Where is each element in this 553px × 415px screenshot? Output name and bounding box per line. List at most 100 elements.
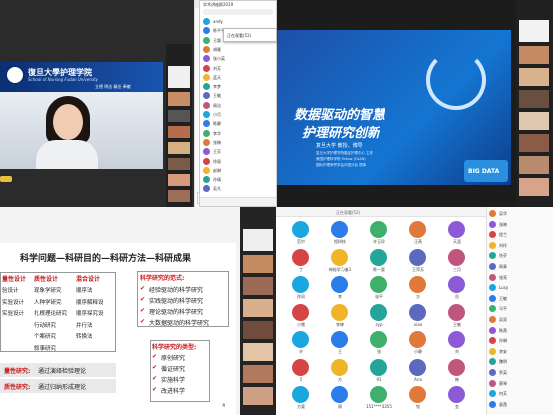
participant-name: 徐凤 <box>297 294 305 299</box>
participant-cell[interactable]: 李 <box>323 276 357 302</box>
member-name: 王敏 <box>213 93 221 99</box>
avatar <box>370 303 387 321</box>
member-item[interactable]: 蔡琴 <box>488 379 548 389</box>
chat-search[interactable] <box>203 9 273 15</box>
member-item[interactable]: 周青 <box>488 262 548 272</box>
quant-label: 量性研究: <box>4 368 31 375</box>
participant-cell[interactable]: 151****3355 <box>362 386 396 412</box>
member-item[interactable]: andy <box>202 17 274 26</box>
participant-cell[interactable]: zyp <box>362 303 396 330</box>
avatar <box>292 276 309 293</box>
member-list: andy 陈平平 王颖 胡雁 张小英 刘芳 蓝天 李梦 王敏 周洁 小月 陈静 李华 张楠 王芳 徐丽 赵琳 孙倩… <box>200 17 276 197</box>
member-item[interactable]: 胡雁 <box>202 45 274 54</box>
participant-cell[interactable]: 小静 <box>401 331 435 357</box>
participant-cell[interactable]: 王敏 <box>440 303 474 330</box>
member-item[interactable]: 小月 <box>202 110 274 119</box>
member-name: 蔡琴 <box>499 380 507 386</box>
participant-cell[interactable]: 周 <box>323 386 357 412</box>
member-item[interactable]: 何芳 <box>488 389 548 399</box>
avatar <box>448 331 465 348</box>
member-item[interactable]: 程兰 <box>488 230 548 240</box>
participant-cell[interactable]: 范尔 <box>284 221 318 247</box>
member-item[interactable]: 徐丽 <box>202 157 274 166</box>
avatar <box>409 358 426 376</box>
participant-cell[interactable]: 岳 <box>440 276 474 302</box>
participant-cell[interactable]: 5 <box>284 358 318 385</box>
cell: 行动研究 <box>34 322 57 329</box>
participant-cell[interactable]: 王萍芳 <box>401 248 435 275</box>
avatar <box>489 231 496 239</box>
participant-cell[interactable]: 程树枝 <box>323 221 357 247</box>
member-item[interactable]: 李华 <box>202 129 274 138</box>
member-item[interactable]: 罗英 <box>488 368 548 378</box>
member-item[interactable]: 李梦 <box>202 82 274 91</box>
member-item[interactable]: 张亮 <box>488 273 548 283</box>
member-item[interactable]: 赵琳 <box>202 166 274 175</box>
participant-cell[interactable]: 金 <box>440 386 474 412</box>
member-item[interactable]: 魏明 <box>488 357 548 367</box>
member-item[interactable]: 王芳 <box>202 147 274 156</box>
participant-cell[interactable]: 陈一夏 <box>362 248 396 275</box>
member-item[interactable]: Lucy <box>488 283 548 293</box>
participant-cell[interactable]: 汪燕 <box>401 221 435 247</box>
participant-cell[interactable]: 小猪 <box>284 303 318 330</box>
member-item[interactable]: 马平 <box>488 304 548 314</box>
avatar <box>370 358 387 376</box>
participant-cell[interactable]: 方斐 <box>284 386 318 412</box>
participant-cell[interactable]: 91 <box>362 358 396 385</box>
participant-cell[interactable]: xiao <box>401 303 435 330</box>
member-item[interactable]: 吴华 <box>488 209 548 219</box>
participant-cell[interactable]: 刘 <box>440 331 474 357</box>
participant-cell[interactable]: 神秘学习者1 <box>323 248 357 275</box>
member-item[interactable]: 王敏 <box>488 294 548 304</box>
member-name: 吴凡 <box>213 186 221 192</box>
member-item[interactable]: 李安 <box>488 347 548 357</box>
participant-name: 方 <box>416 294 420 299</box>
participant-cell[interactable]: 张平 <box>362 276 396 302</box>
member-item[interactable]: 徐芬 <box>488 251 548 261</box>
participant-cell[interactable]: 丁 <box>284 248 318 275</box>
member-item[interactable]: 张晓 <box>488 220 548 230</box>
member-item[interactable]: 刘玲 <box>488 241 548 251</box>
member-item[interactable]: 袁茜 <box>488 400 548 410</box>
member-item[interactable]: 吴凡 <box>202 184 274 193</box>
participant-cell[interactable]: 李婷 <box>323 303 357 330</box>
participant-cell[interactable]: 许 <box>284 331 318 357</box>
member-item[interactable]: 孙倩 <box>202 175 274 184</box>
participant-cell[interactable]: 王 <box>323 331 357 357</box>
participant-cell[interactable]: 徐凤 <box>284 276 318 302</box>
member-name: 小月 <box>213 112 221 117</box>
participant-cell[interactable]: 张 <box>362 331 396 357</box>
member-item[interactable]: 王敏 <box>202 91 274 100</box>
member-item[interactable]: 周洁 <box>202 101 274 110</box>
member-item[interactable]: 吴双 <box>488 315 548 325</box>
participant-name: Aria <box>414 376 422 382</box>
avatar <box>409 276 426 293</box>
avatar <box>489 400 496 408</box>
participant-cell[interactable]: 钱 <box>401 386 435 412</box>
participant-cell[interactable]: 方 <box>323 358 357 385</box>
motto: 立德 明志 精业 奉献 <box>95 84 131 89</box>
participant-cell[interactable]: 三月 <box>440 248 474 275</box>
member-name: 张亮 <box>499 274 507 280</box>
member-item[interactable]: 陈静 <box>202 119 274 128</box>
floating-dialog[interactable]: 正在观看(52) <box>223 28 277 42</box>
avatar <box>203 27 210 35</box>
participant-cell[interactable]: 韩 <box>440 358 474 385</box>
status-tag <box>0 176 12 182</box>
participant-cell[interactable]: 天涯 <box>440 221 474 247</box>
member-item[interactable]: 蓝天 <box>202 73 274 82</box>
participant-cell[interactable]: 许玉珍 <box>362 221 396 247</box>
member-name: 程兰 <box>499 232 507 238</box>
member-item[interactable]: 张楠 <box>202 138 274 147</box>
avatar <box>489 241 496 249</box>
member-item[interactable]: 张小英 <box>202 54 274 63</box>
member-item[interactable]: 刘芳 <box>202 64 274 73</box>
participant-cell[interactable]: Aria <box>401 358 435 385</box>
participant-cell[interactable]: 方 <box>401 276 435 302</box>
participant-thumb <box>519 90 549 108</box>
paradigm-list: ✔ 经验驱动的科学研究 ✔ 实践驱动的科学研究 ✔ 理论驱动的科学研究 ✔ 大数据驱动的科学研… <box>140 285 230 327</box>
paradigm-title: 科学研究的范式: <box>140 275 185 282</box>
member-item[interactable]: 陈燕 <box>488 326 548 336</box>
member-item[interactable]: 孙琳 <box>488 336 548 346</box>
